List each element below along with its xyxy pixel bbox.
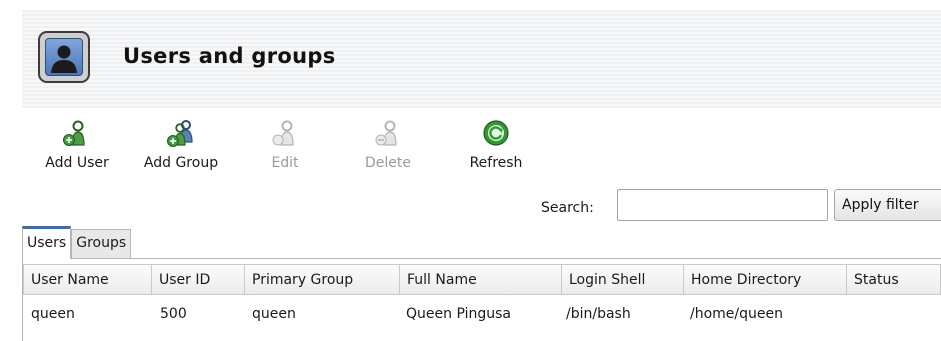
delete-label: Delete: [365, 155, 411, 171]
column-header-login-shell[interactable]: Login Shell: [562, 264, 684, 295]
edit-icon: [269, 118, 301, 150]
add-user-button[interactable]: Add User: [38, 118, 116, 171]
cell-primary-group: queen: [252, 306, 296, 322]
table-header: User Name User ID Primary Group Full Nam…: [23, 264, 941, 295]
column-header-status[interactable]: Status: [847, 264, 941, 295]
column-header-user-name[interactable]: User Name: [23, 264, 152, 295]
edit-label: Edit: [271, 155, 299, 171]
add-group-button[interactable]: Add Group: [135, 118, 227, 171]
edit-button[interactable]: Edit: [265, 118, 305, 171]
search-label: Search:: [541, 200, 594, 216]
refresh-label: Refresh: [469, 155, 523, 171]
tab-groups[interactable]: Groups: [71, 229, 132, 258]
add-group-label: Add Group: [143, 155, 219, 171]
column-header-full-name[interactable]: Full Name: [400, 264, 562, 295]
column-header-home-directory[interactable]: Home Directory: [684, 264, 847, 295]
cell-user-name: queen: [31, 306, 75, 322]
add-user-label: Add User: [45, 155, 109, 171]
tab-users[interactable]: Users: [22, 226, 72, 259]
page-header: Users and groups: [22, 10, 941, 108]
search-input[interactable]: [617, 189, 828, 221]
users-table: User Name User ID Primary Group Full Nam…: [22, 258, 941, 341]
add-group-icon: [165, 118, 197, 150]
delete-icon: [372, 118, 404, 150]
cell-user-id: 500: [160, 306, 187, 322]
add-user-icon: [61, 118, 93, 150]
apply-filter-button[interactable]: Apply filter: [834, 189, 941, 221]
column-header-user-id[interactable]: User ID: [152, 264, 245, 295]
column-header-primary-group[interactable]: Primary Group: [245, 264, 400, 295]
users-groups-icon: [38, 31, 90, 83]
cell-home-directory: /home/queen: [690, 306, 783, 322]
page-title: Users and groups: [123, 44, 336, 68]
refresh-button[interactable]: Refresh: [462, 118, 530, 171]
refresh-icon: [480, 118, 512, 150]
delete-button[interactable]: Delete: [358, 118, 418, 171]
cell-login-shell: /bin/bash: [566, 306, 631, 322]
tab-bar: Users Groups: [22, 226, 132, 259]
cell-full-name: Queen Pingusa: [406, 306, 511, 322]
